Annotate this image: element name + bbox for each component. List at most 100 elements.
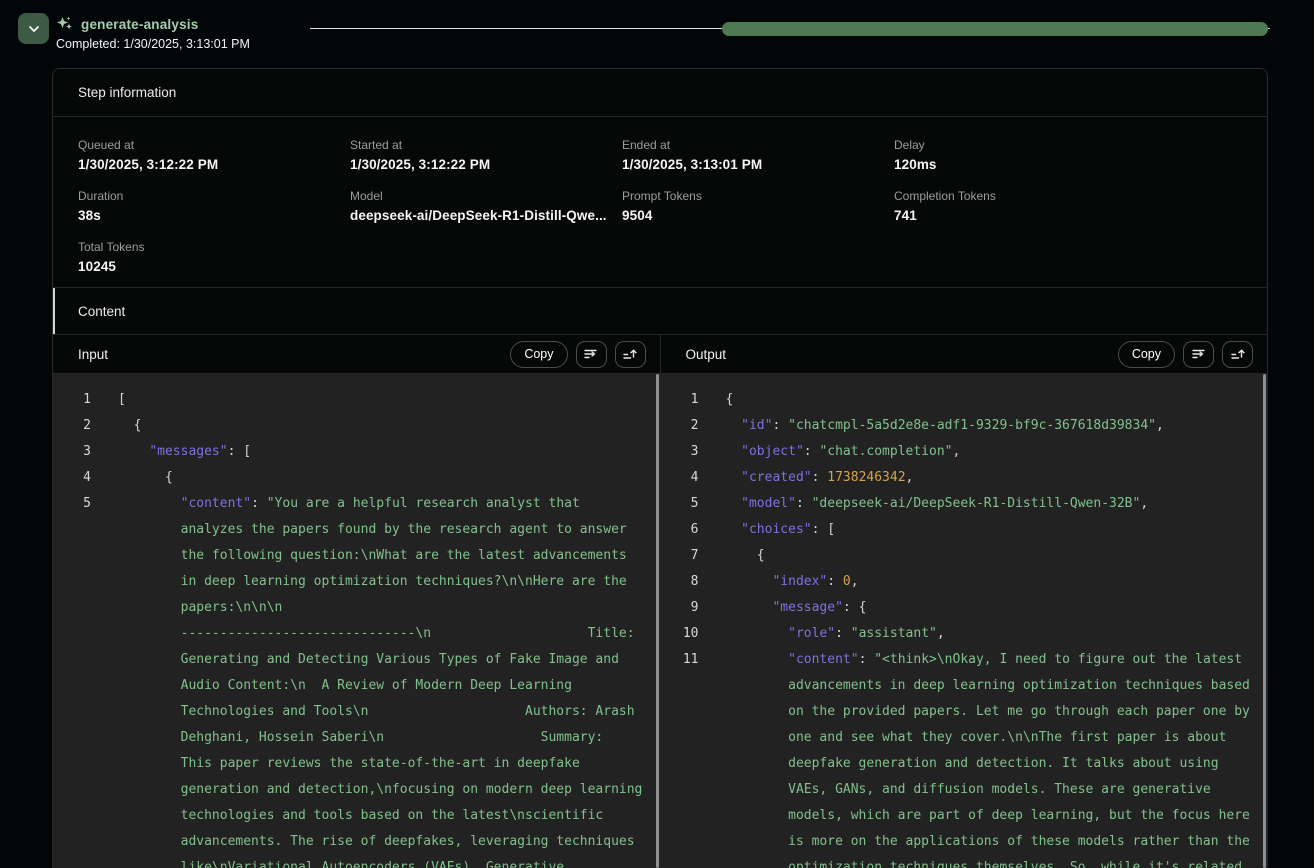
collapse-step-button[interactable] (18, 13, 49, 44)
field-value: 10245 (78, 259, 350, 274)
code-row: optimization techniques themselves. So, … (661, 855, 1268, 868)
input-expand-button[interactable] (615, 341, 646, 368)
field-label: Prompt Tokens (622, 189, 894, 203)
step-detail-panel: Step information Queued at1/30/2025, 3:1… (52, 68, 1268, 868)
code-line-text: advancements in deep learning optimizati… (699, 673, 1250, 699)
code-row: papers:\n\n\n (53, 595, 660, 621)
code-row: 9 "message": { (661, 595, 1268, 621)
line-number (661, 777, 699, 803)
code-line-text: ------------------------------\n Title: (91, 621, 635, 647)
line-number (53, 855, 91, 868)
code-line-text: Generating and Detecting Various Types o… (91, 647, 619, 673)
field-label: Model (350, 189, 622, 203)
wrap-text-icon (1191, 346, 1207, 362)
step-information-header: Step information (53, 69, 1267, 117)
code-line-text: { (91, 465, 173, 491)
line-number (53, 803, 91, 829)
code-row: 5 "content": "You are a helpful research… (53, 491, 660, 517)
code-row: the following question:\nWhat are the la… (53, 543, 660, 569)
code-row: 1[ (53, 387, 660, 413)
line-number: 9 (661, 595, 699, 621)
line-number: 3 (661, 439, 699, 465)
code-row: 4 { (53, 465, 660, 491)
code-line-text: papers:\n\n\n (91, 595, 282, 621)
field-label: Queued at (78, 138, 350, 152)
step-completed-timestamp: Completed: 1/30/2025, 3:13:01 PM (56, 37, 250, 51)
code-row: 3 "messages": [ (53, 439, 660, 465)
code-line-text: analyzes the papers found by the researc… (91, 517, 627, 543)
field-value: 120ms (894, 157, 1166, 172)
step-info-field: Duration38s (78, 189, 350, 223)
step-information-title: Step information (78, 85, 176, 100)
step-info-field: Prompt Tokens9504 (622, 189, 894, 223)
output-pane: Output Copy (660, 335, 1268, 868)
code-line-text: models, which are part of deep learning,… (699, 803, 1250, 829)
line-number: 5 (53, 491, 91, 517)
code-line-text: { (699, 387, 734, 413)
code-row: Audio Content:\n A Review of Modern Deep… (53, 673, 660, 699)
line-number: 4 (661, 465, 699, 491)
step-info-field: Completion Tokens741 (894, 189, 1166, 223)
code-line-text: This paper reviews the state-of-the-art … (91, 751, 580, 777)
code-row: ------------------------------\n Title: (53, 621, 660, 647)
expand-up-icon (1230, 346, 1246, 362)
output-scrollbar[interactable] (1263, 374, 1266, 868)
input-pane: Input Copy (53, 335, 660, 868)
code-row: 10 "role": "assistant", (661, 621, 1268, 647)
code-line-text: "content": "You are a helpful research a… (91, 491, 580, 517)
step-info-field: Delay 120ms (894, 138, 1166, 172)
code-line-text: "index": 0, (699, 569, 859, 595)
code-row: 8 "index": 0, (661, 569, 1268, 595)
code-line-text: optimization techniques themselves. So, … (699, 855, 1250, 868)
line-number (661, 829, 699, 855)
code-line-text: "object": "chat.completion", (699, 439, 961, 465)
code-row: 7 { (661, 543, 1268, 569)
line-number: 2 (661, 413, 699, 439)
code-row: in deep learning optimization techniques… (53, 569, 660, 595)
line-number (53, 699, 91, 725)
step-info-field: Modeldeepseek-ai/DeepSeek-R1-Distill-Qwe… (350, 189, 622, 223)
output-expand-button[interactable] (1222, 341, 1253, 368)
line-number: 11 (661, 647, 699, 673)
output-pane-title: Output (686, 347, 727, 362)
line-number: 8 (661, 569, 699, 595)
code-line-text: is more on the applications of these mod… (699, 829, 1250, 855)
code-row: 3 "object": "chat.completion", (661, 439, 1268, 465)
input-code-viewer[interactable]: 1[2 {3 "messages": [4 {5 "content": "You… (53, 374, 660, 868)
code-row: Dehghani, Hossein Saberi\n Summary: (53, 725, 660, 751)
input-wrap-text-button[interactable] (576, 341, 607, 368)
code-row: on the provided papers. Let me go throug… (661, 699, 1268, 725)
code-line-text: "message": { (699, 595, 867, 621)
line-number (661, 751, 699, 777)
output-copy-button[interactable]: Copy (1118, 341, 1175, 368)
output-wrap-text-button[interactable] (1183, 341, 1214, 368)
input-scrollbar[interactable] (656, 374, 659, 868)
code-row: deepfake generation and detection. It ta… (661, 751, 1268, 777)
code-line-text: the following question:\nWhat are the la… (91, 543, 627, 569)
code-line-text: "id": "chatcmpl-5a5d2e8e-adf1-9329-bf9c-… (699, 413, 1164, 439)
code-row: 1{ (661, 387, 1268, 413)
code-line-text: Dehghani, Hossein Saberi\n Summary: (91, 725, 603, 751)
code-row: This paper reviews the state-of-the-art … (53, 751, 660, 777)
code-row: technologies and tools based on the late… (53, 803, 660, 829)
code-line-text: "role": "assistant", (699, 621, 945, 647)
line-number (661, 855, 699, 868)
field-label: Started at (350, 138, 622, 152)
field-label: Delay (894, 138, 1166, 152)
code-line-text: "messages": [ (91, 439, 251, 465)
chevron-down-icon (27, 22, 41, 36)
code-row: advancements. The rise of deepfakes, lev… (53, 829, 660, 855)
input-pane-header: Input Copy (53, 335, 660, 374)
code-row: 6 "choices": [ (661, 517, 1268, 543)
field-label: Total Tokens (78, 240, 350, 254)
step-header: generate-analysis Completed: 1/30/2025, … (56, 15, 250, 51)
code-line-text: { (699, 543, 765, 569)
code-line-text: "choices": [ (699, 517, 836, 543)
code-line-text: deepfake generation and detection. It ta… (699, 751, 1219, 777)
line-number: 1 (53, 387, 91, 413)
step-info-field: Started at1/30/2025, 3:12:22 PM (350, 138, 622, 172)
field-value: 38s (78, 208, 350, 223)
expand-up-icon (622, 346, 638, 362)
output-code-viewer[interactable]: 1{2 "id": "chatcmpl-5a5d2e8e-adf1-9329-b… (661, 374, 1268, 868)
input-copy-button[interactable]: Copy (510, 341, 567, 368)
